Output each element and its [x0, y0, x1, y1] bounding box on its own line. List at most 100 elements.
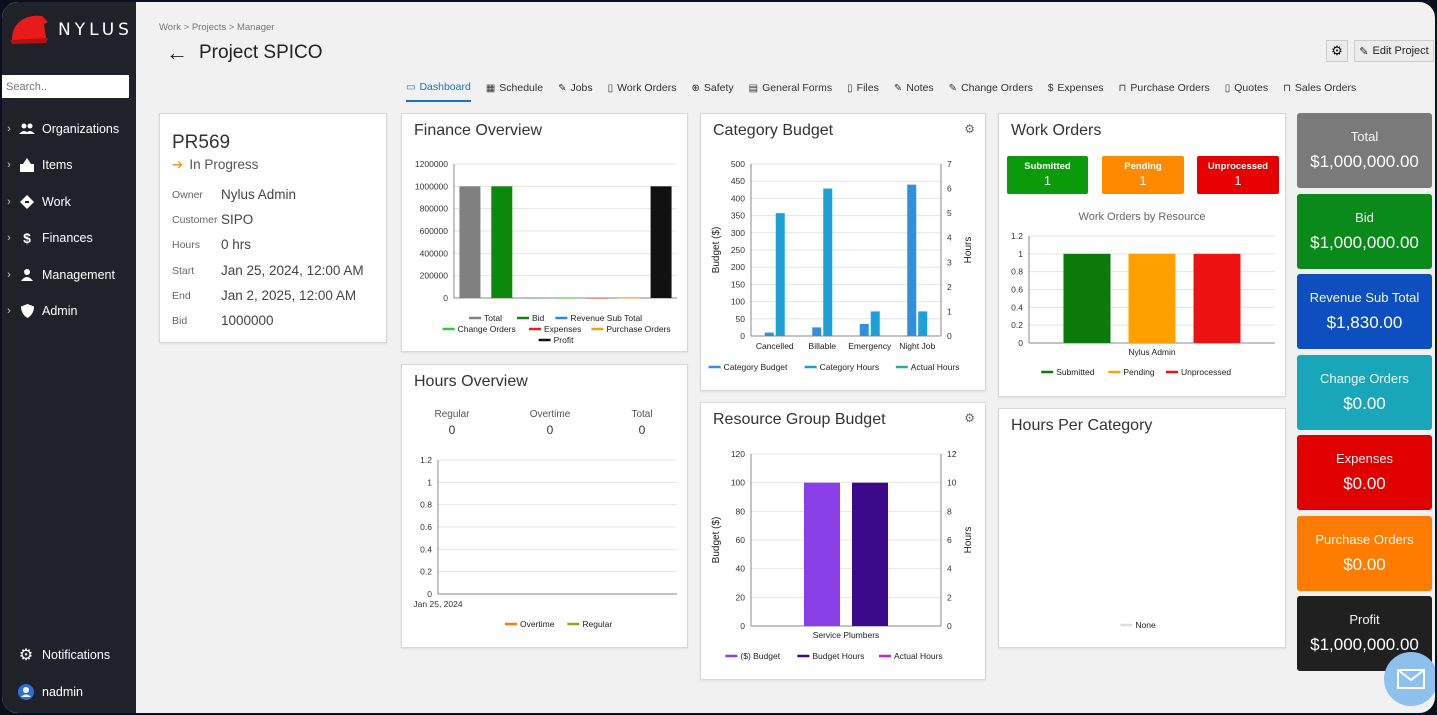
x-tick-label: Cancelled [756, 341, 794, 351]
project-id: PR569 [172, 132, 231, 153]
cart-icon: ⊓ [1118, 82, 1127, 94]
stat-value: $0.00 [1343, 394, 1386, 413]
y-tick-label: 0.8 [1011, 267, 1023, 277]
user-menu[interactable]: nadmin [18, 684, 83, 700]
field-label: Start [172, 265, 195, 277]
y2-tick-label: 4 [947, 564, 952, 574]
stat-value: $1,000,000.00 [1310, 233, 1419, 252]
y-tick-label: 0 [740, 621, 745, 631]
sidebar-item-finances[interactable]: › $ Finances [2, 226, 136, 250]
settings-button[interactable]: ⚙ [1326, 40, 1348, 62]
y-tick-label: 60 [736, 535, 746, 545]
tab-label: Schedule [499, 82, 544, 94]
tab-label: Purchase Orders [1130, 82, 1210, 94]
y-axis-label: Budget ($) [711, 517, 722, 564]
y2-tick-label: 1 [947, 306, 952, 316]
tab-label: Quotes [1234, 82, 1269, 94]
y2-tick-label: 2 [947, 282, 952, 292]
stat-label: Regular [434, 409, 470, 420]
sidebar-item-management[interactable]: › Management [2, 263, 136, 287]
sidebar-item-admin[interactable]: › Admin [2, 299, 136, 323]
dollar-icon: $ [23, 230, 31, 246]
stat-value: 0 [546, 423, 554, 437]
y2-tick-label: 6 [947, 184, 952, 194]
chevron-right-icon: › [7, 269, 11, 281]
tab-purchase-orders[interactable]: ⊓ Purchase Orders [1119, 78, 1210, 102]
field-value: SIPO [221, 212, 254, 227]
field-label: Hours [172, 239, 201, 251]
chart-title: Work Orders by Resource [1079, 211, 1206, 223]
bar [618, 298, 640, 299]
stat-total: Total $1,000,000.00 [1297, 113, 1432, 188]
tab-expenses[interactable]: $ Expenses [1048, 78, 1104, 102]
y-tick-label: 200 [731, 262, 745, 272]
badge-value: 1 [1139, 174, 1147, 188]
sidebar-item-work[interactable]: › Work [2, 190, 136, 214]
x-tick-label: Nylus Admin [1128, 347, 1176, 357]
tab-safety[interactable]: ⊕ Safety [692, 78, 734, 102]
tab-change-orders[interactable]: ✎ Change Orders [949, 78, 1033, 102]
y-tick-label: 0 [740, 331, 745, 341]
tab-label: Files [856, 82, 879, 94]
tab-general-forms[interactable]: ▤ General Forms [749, 78, 832, 102]
bar [870, 311, 880, 336]
bar [804, 482, 840, 626]
y2-tick-label: 8 [947, 506, 952, 516]
stat-label: Total [631, 409, 653, 420]
tab-sales-orders[interactable]: ⊓ Sales Orders [1283, 78, 1356, 102]
arrow-right-icon: ➔ [172, 157, 184, 172]
document-icon: ▯ [1224, 82, 1231, 94]
tab-dashboard[interactable]: ▭ Dashboard [406, 78, 471, 102]
submitted-badge[interactable]: Submitted 1 [1007, 156, 1088, 194]
legend-label: Category Hours [820, 362, 880, 372]
breadcrumb[interactable]: Work > Projects > Manager [159, 22, 274, 33]
y2-tick-label: 7 [947, 159, 952, 169]
sidebar-item-organizations[interactable]: › Organizations [2, 117, 136, 141]
back-arrow-icon[interactable]: ← [166, 40, 188, 66]
x-tick-label: Jan 25, 2024 [413, 599, 462, 609]
y-tick-label: 40 [736, 564, 746, 574]
gear-icon[interactable]: ⚙ [964, 411, 975, 425]
edit-project-button[interactable]: ✎ Edit Project [1354, 40, 1434, 62]
y2-tick-label: 4 [947, 233, 952, 243]
safety-icon: ⊕ [691, 82, 700, 94]
sidebar-item-label: Admin [42, 304, 78, 318]
status-text: In Progress [189, 157, 259, 172]
tab-quotes[interactable]: ▯ Quotes [1225, 78, 1268, 102]
category-budget-chart: 50045040035030025020015010050076543210Ca… [708, 159, 974, 372]
unprocessed-badge[interactable]: Unprocessed 1 [1197, 156, 1279, 194]
y2-tick-label: 5 [947, 208, 952, 218]
search-input[interactable] [2, 75, 129, 98]
y2-tick-label: 2 [947, 592, 952, 602]
tab-label: Dashboard [419, 81, 471, 93]
tab-work-orders[interactable]: ▯ Work Orders [608, 78, 677, 102]
tab-schedule[interactable]: ▦ Schedule [486, 78, 543, 102]
calendar-icon: ▦ [485, 82, 496, 94]
y-tick-label: 0 [427, 589, 432, 599]
resource-group-budget-card: Resource Group Budget ⚙ 120 100 80 60 40 20 0 1… [700, 402, 986, 680]
y-tick-label: 50 [736, 314, 746, 324]
tab-label: Change Orders [961, 82, 1033, 94]
field-label: Owner [172, 189, 203, 201]
message-button[interactable] [1384, 652, 1435, 706]
badge-label: Pending [1124, 161, 1162, 172]
chevron-right-icon: › [7, 123, 11, 135]
y-tick-label: 0.4 [1011, 302, 1023, 312]
sidebar-item-label: Finances [42, 231, 93, 245]
stat-label: Expenses [1335, 451, 1394, 466]
gear-icon[interactable]: ⚙ [964, 122, 975, 136]
pending-badge[interactable]: Pending 1 [1102, 156, 1184, 194]
tab-label: Jobs [570, 82, 593, 94]
card-title: Hours Per Category [1011, 417, 1153, 434]
y-tick-label: 400 [731, 193, 745, 203]
tab-jobs[interactable]: ✎ Jobs [558, 78, 593, 102]
y2-tick-label: 12 [947, 449, 957, 459]
tab-files[interactable]: ▯ Files [847, 78, 879, 102]
sidebar-item-items[interactable]: › Items [2, 153, 136, 177]
tab-notes[interactable]: ✎ Notes [894, 78, 934, 102]
notifications-button[interactable]: ⚙ Notifications [18, 647, 110, 664]
y-tick-label: 150 [731, 279, 745, 289]
y2-tick-label: 6 [947, 535, 952, 545]
card-title: Resource Group Budget [713, 411, 886, 428]
stat-purchase-orders: Purchase Orders $0.00 [1297, 516, 1432, 591]
